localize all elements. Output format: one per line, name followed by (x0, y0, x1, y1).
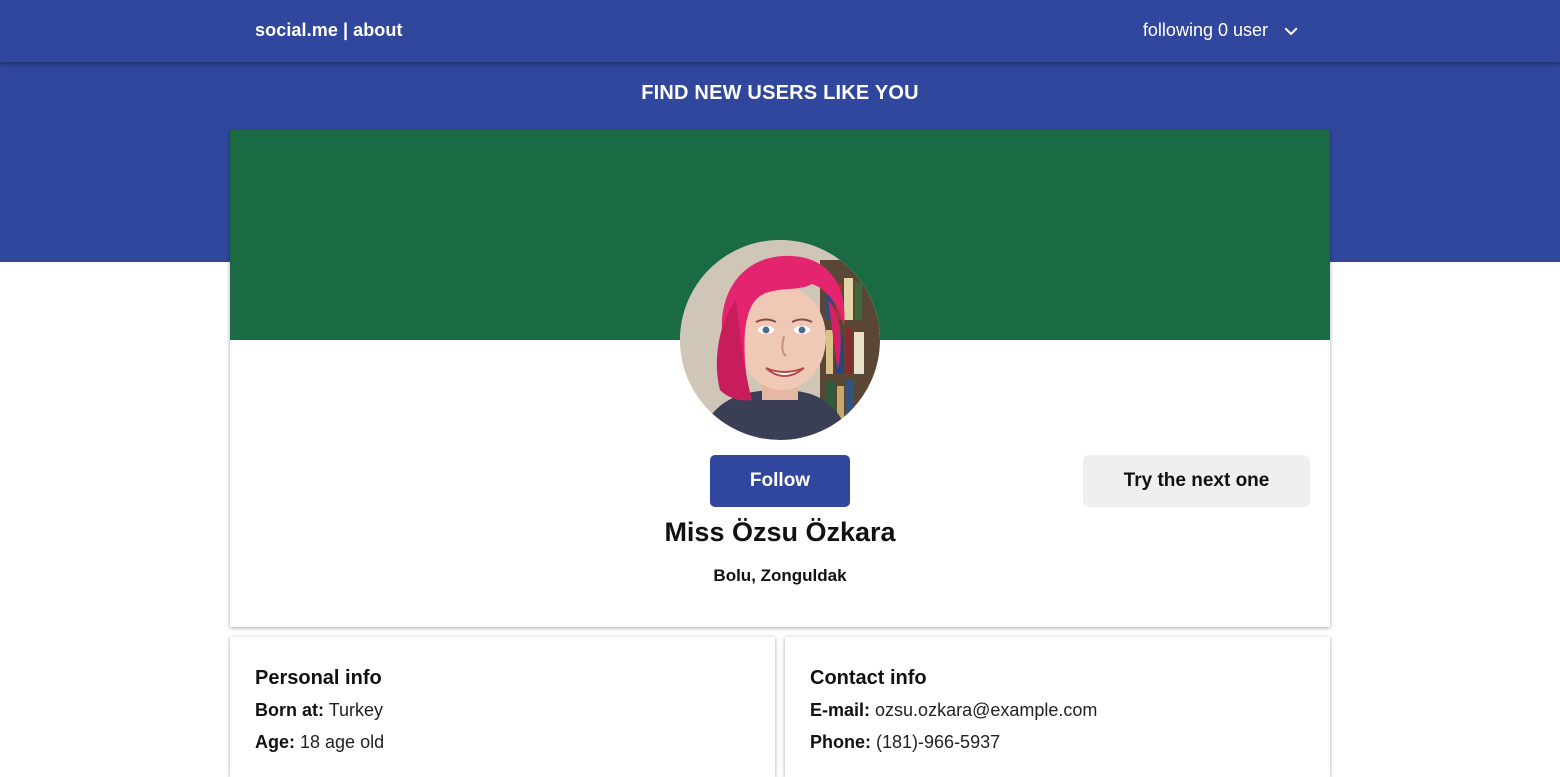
chevron-down-icon (1284, 27, 1298, 35)
born-at-value: Turkey (328, 700, 384, 720)
contact-info-title: Contact info (810, 667, 927, 689)
avatar-image (680, 240, 880, 440)
phone-row: Phone: (181)-966-5937 (810, 732, 1000, 753)
phone-value: (181)-966-5937 (876, 732, 1001, 752)
profile-location: Bolu, Zonguldak (713, 566, 847, 585)
about-link[interactable]: about (353, 20, 403, 40)
profile-name: Miss Özsu Özkara (664, 517, 896, 547)
age-value: 18 age old (300, 732, 385, 752)
follow-button[interactable]: Follow (710, 455, 850, 507)
personal-info-title: Personal info (255, 667, 382, 689)
age-label: Age: (255, 732, 295, 752)
profile-card: Follow Try the next one Miss Özsu Özkara… (230, 130, 1330, 627)
email-row: E-mail: ozsu.ozkara@example.com (810, 700, 1097, 721)
page-title: FIND NEW USERS LIKE YOU (641, 82, 919, 104)
following-label: following 0 user (1142, 20, 1268, 40)
phone-label: Phone: (810, 732, 871, 752)
born-at-row: Born at: Turkey (255, 700, 383, 721)
try-next-button[interactable]: Try the next one (1083, 455, 1310, 507)
following-dropdown[interactable]: following 0 user (1143, 20, 1300, 41)
email-value: ozsu.ozkara@example.com (875, 700, 1098, 720)
brand-nav: social.me | about (255, 20, 403, 41)
nav-separator: | (342, 20, 349, 40)
contact-info-card: Contact info E-mail: ozsu.ozkara@example… (785, 637, 1330, 777)
avatar (680, 240, 880, 440)
top-navbar: social.me | about following 0 user (0, 0, 1560, 62)
email-label: E-mail: (810, 700, 871, 720)
brand-link[interactable]: social.me (255, 20, 338, 40)
age-row: Age: 18 age old (255, 732, 384, 753)
born-at-label: Born at: (255, 700, 324, 720)
personal-info-card: Personal info Born at: Turkey Age: 18 ag… (230, 637, 775, 777)
